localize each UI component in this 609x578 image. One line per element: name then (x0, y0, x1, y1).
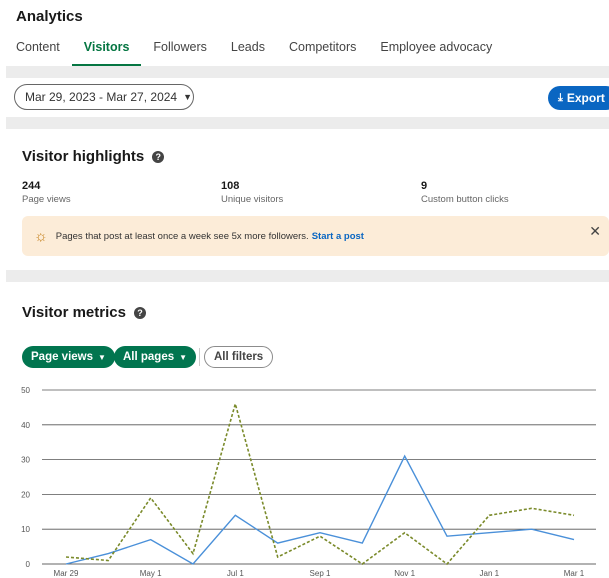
visitor-highlights-title: Visitor highlights (22, 148, 145, 165)
tab-followers[interactable]: Followers (153, 40, 207, 66)
stat-value: 244 (22, 180, 41, 192)
stat-custom-button-clicks: 9 Custom button clicks (421, 180, 509, 205)
all-filters-button[interactable]: All filters (204, 346, 274, 368)
caret-down-icon: ▼ (183, 92, 193, 102)
visitor-highlights-heading: Visitor highlights ? (22, 148, 165, 165)
tab-content[interactable]: Content (16, 40, 60, 66)
y-tick-label: 30 (21, 456, 30, 465)
filter-divider (199, 348, 200, 366)
help-icon[interactable]: ? (133, 306, 146, 319)
stat-label: Unique visitors (221, 194, 284, 205)
x-tick-label: Mar 1 (564, 569, 585, 578)
tab-employee-advocacy[interactable]: Employee advocacy (380, 40, 492, 66)
tip-text: Pages that post at least once a week see… (55, 230, 309, 242)
visitor-metrics-heading: Visitor metrics ? (22, 304, 146, 321)
y-tick-label: 40 (21, 421, 30, 430)
tab-bar: Content Visitors Followers Leads Competi… (16, 40, 516, 66)
date-range-dropdown[interactable]: Mar 29, 2023 - Mar 27, 2024 ▼ (14, 84, 194, 110)
x-tick-label: Sep 1 (310, 569, 331, 578)
tab-leads[interactable]: Leads (231, 40, 265, 66)
x-tick-label: May 1 (140, 569, 162, 578)
date-range-label: Mar 29, 2023 - Mar 27, 2024 (25, 90, 178, 104)
y-tick-label: 10 (21, 525, 30, 534)
caret-down-icon: ▼ (98, 352, 106, 362)
visitor-metrics-title: Visitor metrics (22, 304, 126, 321)
section-divider (6, 66, 609, 78)
series-line-dashed (65, 400, 575, 566)
pages-filter-label: All pages (123, 351, 175, 363)
stat-unique-visitors: 108 Unique visitors (221, 180, 283, 205)
caret-down-icon: ▼ (179, 352, 188, 362)
help-icon[interactable]: ? (152, 150, 165, 163)
start-a-post-link[interactable]: Start a post (312, 231, 364, 242)
tab-competitors[interactable]: Competitors (289, 40, 356, 66)
tip-banner: ☼ Pages that post at least once a week s… (22, 216, 609, 256)
download-icon: ⤓ (558, 91, 563, 104)
y-tick-label: 50 (21, 386, 30, 395)
x-tick-label: Jul 1 (227, 569, 244, 578)
stat-label: Page views (22, 194, 71, 205)
x-tick-label: Nov 1 (394, 569, 415, 578)
page-title: Analytics (16, 8, 83, 25)
all-filters-label: All filters (214, 351, 264, 363)
pages-filter-dropdown[interactable]: All pages ▼ (114, 346, 197, 368)
stat-value: 9 (421, 180, 428, 192)
export-label: Export (566, 91, 605, 105)
export-button[interactable]: ⤓ Export (548, 86, 609, 110)
visitor-metrics-chart: 0 10 20 30 40 50 Mar 29 May 1 Jul 1 Sep 1 Nov 1 Jan… (21, 386, 596, 578)
stat-page-views: 244 Page views (22, 180, 71, 205)
y-tick-label: 20 (21, 490, 30, 499)
x-tick-label: Jan 1 (480, 569, 500, 578)
stat-label: Custom button clicks (421, 194, 509, 205)
close-icon[interactable]: ✕ (589, 223, 601, 240)
section-divider (6, 117, 609, 129)
series-line-solid (65, 454, 575, 565)
metric-filter-label: Page views (31, 351, 94, 363)
x-tick-label: Mar 29 (54, 569, 79, 578)
y-tick-label: 0 (26, 560, 31, 569)
section-divider (6, 270, 609, 282)
metric-filter-dropdown[interactable]: Page views ▼ (22, 346, 115, 368)
stat-value: 108 (221, 180, 240, 192)
tab-visitors[interactable]: Visitors (71, 40, 141, 66)
lightbulb-icon: ☼ (34, 227, 48, 245)
